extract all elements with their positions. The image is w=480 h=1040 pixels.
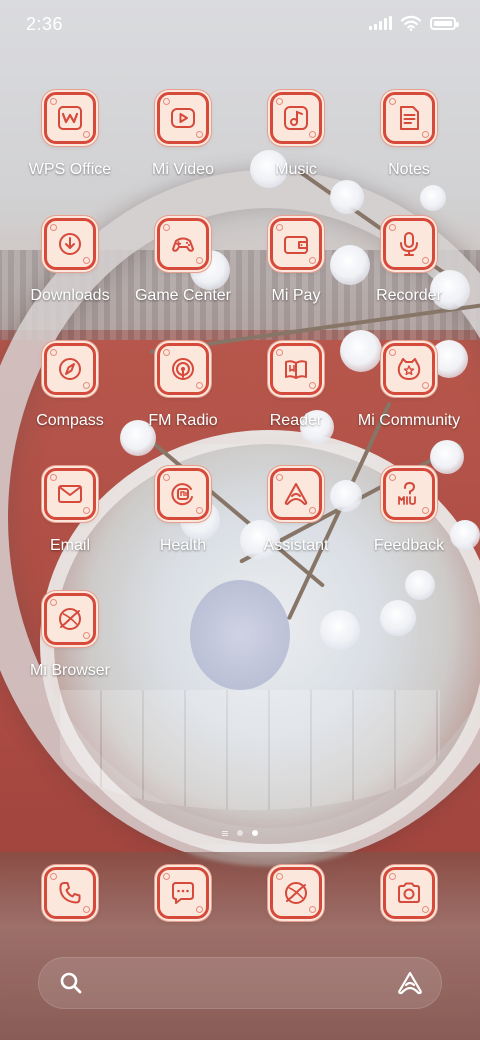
app-recorder[interactable]: Recorder [353,218,465,328]
music-note-icon [270,92,322,144]
envelope-icon [44,468,96,520]
app-mi-pay[interactable]: Mi Pay [240,218,352,328]
camera-icon [383,867,435,919]
book-icon [270,343,322,395]
gamepad-icon [157,218,209,270]
wifi-icon [401,15,421,31]
dock-messaging[interactable] [127,867,239,923]
search-bar[interactable] [38,957,442,1009]
app-label: Mi Community [357,412,461,429]
app-email[interactable]: Email [14,468,126,578]
microphone-icon [383,218,435,270]
assistant-icon[interactable] [396,970,424,996]
play-icon [157,92,209,144]
app-health[interactable]: Health [127,468,239,578]
app-label: Mi Browser [29,662,110,679]
status-time: 2:36 [26,14,64,34]
app-feedback[interactable]: Feedback [353,468,465,578]
assistant-icon [270,468,322,520]
download-icon [44,218,96,270]
dock-camera[interactable] [353,867,465,923]
app-label: Feedback [373,537,445,554]
browser-icon [270,867,322,919]
app-compass[interactable]: Compass [14,343,126,453]
app-mi-community[interactable]: Mi Community [353,343,465,453]
battery-icon [430,16,459,30]
dock-browser[interactable] [240,867,352,923]
menu-lines-icon [222,830,228,836]
app-music[interactable]: Music [240,92,352,202]
search-icon[interactable] [58,970,84,996]
browser-icon [44,593,96,645]
app-downloads[interactable]: Downloads [14,218,126,328]
feedback-icon [383,468,435,520]
app-mi-video[interactable]: Mi Video [127,92,239,202]
wps-office-icon [44,92,96,144]
message-icon [157,867,209,919]
app-fm-radio[interactable]: FM Radio [127,343,239,453]
radio-icon [157,343,209,395]
page-dot-active[interactable] [252,830,258,836]
status-bar: 2:36 [0,0,480,52]
app-assistant[interactable]: Assistant [240,468,352,578]
wallet-icon [270,218,322,270]
notes-icon [383,92,435,144]
app-wps-office[interactable]: WPS Office [14,92,126,202]
app-notes[interactable]: Notes [353,92,465,202]
app-mi-browser[interactable]: Mi Browser [14,593,126,703]
app-reader[interactable]: Reader [240,343,352,453]
app-label: Recorder [376,287,442,304]
page-dot[interactable] [237,830,243,836]
dock-phone[interactable] [14,867,126,923]
health-icon [157,468,209,520]
status-icons [369,15,459,31]
compass-icon [44,343,96,395]
app-label: Notes [388,161,430,178]
signal-icon [369,16,392,30]
community-icon [383,343,435,395]
page-indicator [0,830,480,836]
phone-icon [44,867,96,919]
app-game-center[interactable]: Game Center [127,218,239,328]
